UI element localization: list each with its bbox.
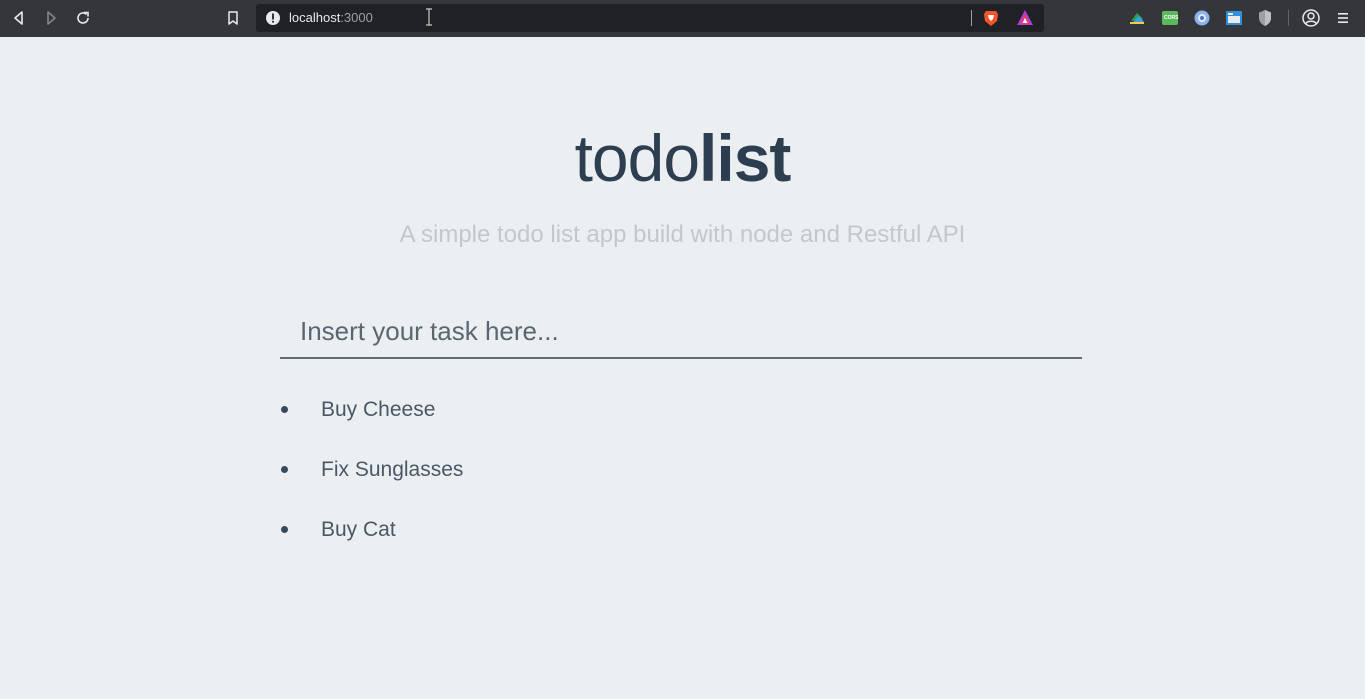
address-bar[interactable]: localhost:3000 (256, 4, 1044, 32)
menu-icon (1338, 13, 1348, 23)
forward-arrow-icon (47, 11, 56, 25)
menu-button[interactable] (1334, 9, 1352, 27)
profile-icon (1302, 9, 1320, 27)
forward-button[interactable] (41, 8, 61, 28)
back-button[interactable] (9, 8, 29, 28)
text-cursor-icon (426, 8, 432, 26)
blue-circle-extension-icon (1194, 10, 1210, 26)
url-text[interactable]: localhost:3000 (289, 10, 373, 26)
page-subtitle: A simple todo list app build with node a… (399, 221, 966, 248)
cors-label: CORS (1164, 15, 1179, 21)
todo-label: Fix Sunglasses (321, 458, 464, 481)
list-item[interactable]: Buy Cat (280, 500, 1082, 560)
list-item[interactable]: Fix Sunglasses (280, 440, 1082, 500)
bullet-icon (281, 526, 288, 533)
toolbar-divider (1288, 10, 1289, 26)
todo-list: Buy Cheese Fix Sunglasses Buy Cat (280, 380, 1082, 560)
title-list: list (699, 121, 791, 195)
cors-extension-button[interactable]: CORS (1161, 9, 1179, 27)
browser-toolbar: localhost:3000 CORS (0, 0, 1365, 37)
bookmark-button[interactable] (223, 8, 243, 28)
reload-button[interactable] (73, 8, 93, 28)
list-item[interactable]: Buy Cheese (280, 380, 1082, 440)
tree-extension-button[interactable] (1128, 9, 1146, 27)
task-input[interactable] (280, 305, 1082, 359)
profile-button[interactable] (1302, 9, 1320, 27)
address-divider (971, 10, 972, 26)
blue-circle-extension-button[interactable] (1193, 9, 1211, 27)
shield-extension-button[interactable] (1256, 9, 1274, 27)
window-extension-icon (1226, 11, 1242, 25)
page-title: todolist (0, 118, 1365, 198)
bullet-icon (281, 466, 288, 473)
back-arrow-icon (14, 11, 23, 25)
shield-extension-icon (1259, 10, 1271, 26)
bullet-icon (281, 406, 288, 413)
title-todo: todo (574, 121, 700, 195)
tree-extension-icon (1130, 13, 1144, 24)
brave-rewards-icon[interactable] (1016, 9, 1034, 27)
bookmark-icon (228, 11, 238, 25)
url-host: localhost (289, 10, 341, 25)
brave-shield-icon[interactable] (982, 9, 1000, 27)
todo-label: Buy Cat (321, 518, 396, 541)
todo-label: Buy Cheese (321, 398, 436, 421)
window-extension-button[interactable] (1225, 9, 1243, 27)
info-icon[interactable] (265, 10, 281, 26)
reload-icon (77, 11, 89, 24)
url-port: :3000 (340, 10, 373, 25)
